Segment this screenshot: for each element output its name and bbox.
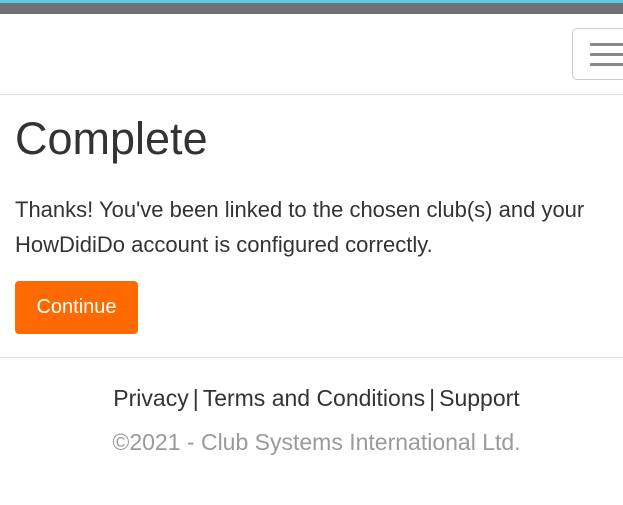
support-link[interactable]: Support [439,385,520,411]
footer-separator: | [192,385,199,411]
hamburger-menu-icon-bar [590,53,623,56]
footer-separator: | [429,385,436,411]
navbar [0,14,623,95]
hamburger-menu-icon-bar [590,63,623,66]
confirmation-message: Thanks! You've been linked to the chosen… [15,197,585,257]
page-title: Complete [15,113,208,164]
copyright-text: ©2021 - Club Systems International Ltd. [112,429,521,455]
footer-links: Privacy | Terms and Conditions | Support [0,381,623,415]
menu-toggle-button[interactable] [572,28,623,80]
terms-link[interactable]: Terms and Conditions [203,385,425,411]
privacy-link[interactable]: Privacy [113,385,188,411]
hamburger-menu-icon [590,43,623,46]
top-bar [0,0,623,14]
continue-button[interactable]: Continue [15,281,138,334]
footer-divider [0,357,623,358]
